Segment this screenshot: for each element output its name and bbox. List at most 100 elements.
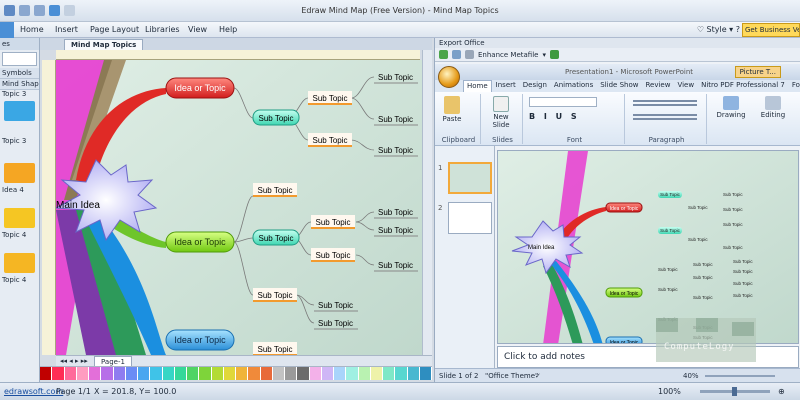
menu-page-layout[interactable]: Page Layout	[90, 25, 139, 34]
ppt-tab-home[interactable]: Home	[463, 80, 492, 92]
sub-node-orange: Sub Topic	[308, 91, 352, 105]
svg-text:Idea or Topic: Idea or Topic	[610, 206, 639, 212]
new-slide-icon	[493, 96, 509, 112]
title-bar: Edraw Mind Map (Free Version) - Mind Map…	[0, 0, 800, 22]
status-bar: edrawsoft.com Page 1/1 X = 201.8, Y= 100…	[0, 382, 800, 400]
style-menu[interactable]: ♡ Style ▾ ?	[697, 25, 740, 34]
ppt-tab-animations[interactable]: Animations	[551, 80, 596, 92]
picture-tools-tab[interactable]: Picture T...	[734, 66, 781, 78]
menu-bar: Home Insert Page Layout Libraries View H…	[0, 22, 800, 38]
svg-text:Sub Topic: Sub Topic	[378, 226, 413, 235]
svg-text:Sub Topic: Sub Topic	[378, 73, 413, 82]
library-search-input[interactable]	[2, 52, 37, 66]
svg-text:Sub Topic: Sub Topic	[258, 291, 293, 300]
idea-label-1: Idea or Topic	[174, 83, 226, 93]
idea-node-3: Idea or Topic	[165, 329, 235, 351]
spellcheck-icon[interactable]: ✓	[535, 372, 541, 380]
svg-text:Sub Topic: Sub Topic	[733, 269, 753, 274]
font-format-buttons[interactable]: B I U S	[529, 112, 580, 121]
ppt-window-title: Presentation1 - Microsoft PowerPoint	[565, 68, 694, 76]
ppt-tab-design[interactable]: Design	[520, 80, 550, 92]
svg-text:Sub Topic: Sub Topic	[316, 218, 351, 227]
horizontal-ruler	[56, 50, 420, 60]
svg-text:Sub Topic: Sub Topic	[660, 228, 680, 233]
shapes-icon	[723, 96, 739, 110]
ppt-tab-format[interactable]: Format	[789, 80, 800, 92]
export-go-icon[interactable]	[549, 50, 559, 59]
color-palette[interactable]	[40, 366, 432, 380]
slides-group-label: Slides	[492, 136, 513, 144]
office-button[interactable]	[438, 66, 460, 88]
zoom-slider-thumb[interactable]	[732, 387, 737, 396]
ppt-tab-review[interactable]: Review	[642, 80, 673, 92]
svg-text:Sub Topic: Sub Topic	[318, 319, 353, 328]
paragraph-group: Paragraph	[627, 94, 707, 144]
theme-name: "Office Theme"	[485, 372, 539, 380]
website-link[interactable]: edrawsoft.com	[4, 387, 63, 396]
font-group: B I U S Font	[525, 94, 625, 144]
paste-button[interactable]: Paste	[441, 96, 463, 123]
page-nav-icon[interactable]: ◂◂ ◂ ▸ ▸▸	[60, 357, 88, 365]
svg-text:Sub Topic: Sub Topic	[693, 295, 713, 300]
svg-text:Sub Topic: Sub Topic	[723, 192, 743, 197]
menu-view[interactable]: View	[188, 25, 207, 34]
ppt-ribbon-tabs: Home Insert Design Animations Slide Show…	[435, 80, 800, 92]
ppt-zoom-slider[interactable]	[705, 375, 775, 377]
coordinates-readout: X = 201.8, Y= 100.0	[94, 387, 177, 396]
align-icon[interactable]	[633, 114, 697, 120]
tab-mind-map-topics[interactable]: Mind Map Topics	[64, 39, 144, 50]
clipboard-group-label: Clipboard	[441, 136, 476, 144]
shape-caption: Topic 3	[2, 137, 27, 145]
menu-help[interactable]: Help	[219, 25, 237, 34]
file-tab[interactable]	[0, 22, 14, 38]
shape-thumb[interactable]	[4, 208, 35, 228]
slide-thumbnail-1[interactable]	[448, 162, 492, 194]
zoom-slider[interactable]	[700, 387, 770, 396]
ppt-tab-slide-show[interactable]: Slide Show	[597, 80, 641, 92]
menu-home[interactable]: Home	[20, 25, 44, 34]
svg-text:Sub Topic: Sub Topic	[378, 261, 413, 270]
document-tabs: Mind Map Topics	[40, 38, 432, 50]
svg-text:Sub Topic: Sub Topic	[378, 146, 413, 155]
clipboard-group: Paste Clipboard	[437, 94, 481, 144]
page-indicator: Page 1/1	[56, 387, 91, 396]
shape-caption: Topic 4	[2, 231, 27, 239]
ppt-tab-insert[interactable]: Insert	[493, 80, 519, 92]
get-business-version-button[interactable]: Get Business Version	[742, 23, 800, 37]
library-symbols[interactable]: Symbols	[0, 68, 39, 79]
svg-text:Sub Topic: Sub Topic	[318, 301, 353, 310]
svg-text:Main Idea: Main Idea	[528, 245, 555, 251]
ppt-tab-nitro[interactable]: Nitro PDF Professional 7	[698, 80, 788, 92]
shape-thumb[interactable]	[4, 163, 35, 183]
svg-text:Sub Topic: Sub Topic	[723, 222, 743, 227]
chevron-down-icon[interactable]: ▾	[542, 51, 546, 59]
ppt-status-bar: Slide 1 of 2 "Office Theme" ✓ 40%	[435, 368, 800, 382]
export-refresh-icon[interactable]	[452, 50, 461, 59]
export-add-icon[interactable]	[439, 50, 448, 59]
library-mind-shapes[interactable]: Mind Shapes	[0, 79, 39, 90]
shape-thumb[interactable]	[4, 253, 35, 273]
sub-node-orange: Sub Topic	[253, 183, 297, 197]
ppt-tab-view[interactable]: View	[674, 80, 697, 92]
svg-text:Sub Topic: Sub Topic	[378, 115, 413, 124]
drawing-button[interactable]: Drawing	[711, 96, 751, 119]
export-format-select[interactable]: Enhance Metafile	[478, 51, 538, 59]
drawing-canvas[interactable]: Idea or Topic Idea or Topic Idea or Topi…	[56, 60, 422, 355]
svg-text:Sub Topic: Sub Topic	[688, 237, 708, 242]
svg-text:Sub Topic: Sub Topic	[658, 287, 678, 292]
menu-libraries[interactable]: Libraries	[145, 25, 180, 34]
canvas-vertical-scrollbar[interactable]	[422, 50, 432, 355]
font-name-select[interactable]	[529, 97, 597, 107]
slide-editor[interactable]: Main Idea Idea or Topic Idea or Topic Id…	[497, 150, 799, 344]
menu-insert[interactable]: Insert	[55, 25, 78, 34]
list-icon[interactable]	[633, 100, 697, 106]
svg-text:Sub Topic: Sub Topic	[259, 234, 294, 243]
export-settings-icon[interactable]	[465, 50, 474, 59]
slide-thumbnail-2[interactable]	[448, 202, 492, 234]
editing-button[interactable]: Editing	[753, 96, 793, 119]
shape-thumb[interactable]	[4, 101, 35, 121]
zoom-in-icon[interactable]: ⊕	[778, 387, 785, 396]
svg-text:Sub Topic: Sub Topic	[723, 245, 743, 250]
new-slide-button[interactable]: New Slide	[487, 96, 515, 129]
shape-caption: Topic 4	[2, 276, 27, 284]
